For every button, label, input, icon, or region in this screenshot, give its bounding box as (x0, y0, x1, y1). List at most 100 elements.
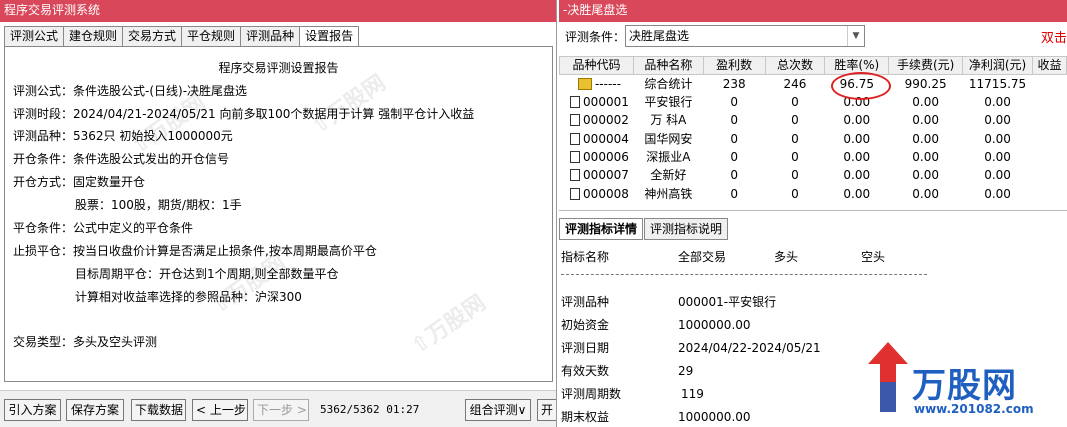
bottom-toolbar: 引入方案 保存方案 下载数据 < 上一步 下一步 > 5362/5362 01:… (0, 390, 556, 427)
detail-tabs: 评测指标详情 评测指标说明 (559, 218, 729, 240)
cell-total: 0 (791, 95, 799, 110)
col-header-code[interactable]: 品种代码 (559, 56, 634, 75)
col-header-total-count[interactable]: 总次数 (764, 56, 826, 75)
condition-select[interactable]: 决胜尾盘选 ▼ (625, 25, 865, 47)
cell-name: 万 科A (650, 113, 687, 128)
detail-header-short: 空头 (861, 250, 886, 264)
cell-code: 000001 (583, 95, 629, 110)
detail-header-long: 多头 (774, 250, 799, 264)
arrow-logo-icon (868, 342, 908, 412)
download-data-button[interactable]: 下载数据 (131, 399, 186, 421)
cell-fee: 0.00 (912, 131, 940, 146)
table-row[interactable]: 000007 全新好 0 0 0.00 0.00 0.00 (560, 166, 1067, 184)
splitter[interactable] (559, 210, 1067, 211)
report-line-trade-type: 交易类型：多头及空头评测 (13, 335, 158, 349)
tab-trade-mode[interactable]: 交易方式 (122, 26, 183, 46)
tab-instruments[interactable]: 评测品种 (240, 26, 301, 46)
document-icon (570, 96, 581, 109)
watermark-icon: ⇧万股网 (406, 290, 491, 360)
detail-value-periods: 119 (681, 387, 704, 401)
detail-label-equity: 期末权益 (561, 410, 610, 424)
next-step-button[interactable]: 下一步 > (253, 399, 309, 421)
document-icon (570, 151, 581, 164)
start-button[interactable]: 开 (537, 399, 556, 421)
report-line-formula: 评测公式：条件选股公式-(日线)-决胜尾盘选 (13, 84, 248, 98)
col-header-name[interactable]: 品种名称 (632, 56, 704, 75)
cell-win-rate: 0.00 (843, 150, 871, 165)
detail-value-equity: 1000000.00 (678, 410, 751, 424)
detail-value-capital: 1000000.00 (678, 318, 751, 332)
cell-code: 000002 (583, 113, 629, 128)
col-header-fee[interactable]: 手续费(元) (888, 56, 964, 75)
cell-total: 246 (783, 77, 807, 91)
detail-header-all: 全部交易 (678, 250, 727, 264)
cell-win-rate: 0.00 (843, 168, 871, 183)
win-rate-highlight-circle (831, 72, 891, 100)
cell-net: 0.00 (984, 131, 1011, 146)
cell-name: 平安银行 (644, 95, 693, 110)
detail-label-date: 评测日期 (561, 341, 610, 355)
tab-close-rules[interactable]: 平仓规则 (181, 26, 242, 46)
save-scheme-button[interactable]: 保存方案 (66, 399, 124, 421)
col-header-return[interactable]: 收益 (1032, 56, 1067, 75)
cell-code: 000004 (583, 131, 629, 146)
result-window-title: -决胜尾盘选 (559, 0, 1067, 22)
report-line-benchmark: 计算相对收益率选择的参照品种：沪深300 (75, 290, 302, 304)
combo-evaluation-button[interactable]: 组合评测∨ (465, 399, 531, 421)
document-icon (570, 187, 581, 200)
cell-code: 000006 (583, 150, 629, 165)
cell-profit: 0 (730, 168, 738, 183)
tab-report[interactable]: 设置报告 (299, 26, 360, 47)
report-title: 程序交易评测设置报告 (218, 61, 339, 75)
condition-label: 评测条件： (565, 30, 626, 44)
table-row[interactable]: 000004 国华网安 0 0 0.00 0.00 0.00 (560, 130, 1067, 148)
document-icon (570, 114, 581, 127)
cell-net: 0.00 (984, 95, 1011, 110)
cell-win-rate: 0.00 (843, 113, 871, 128)
col-header-net-profit[interactable]: 净利润(元) (962, 56, 1033, 75)
table-row[interactable]: 000001 平安银行 0 0 0.00 0.00 0.00 (560, 93, 1067, 111)
cell-win-rate: 0.00 (843, 186, 871, 201)
prev-step-button[interactable]: < 上一步 (192, 399, 248, 421)
cell-net: 0.00 (984, 168, 1011, 183)
table-row[interactable]: 000002 万 科A 0 0 0.00 0.00 0.00 (560, 111, 1067, 129)
detail-label-periods: 评测周期数 (561, 387, 622, 401)
table-row-summary[interactable]: ------ 综合统计 238 246 96.75 990.25 11715.7… (560, 75, 1067, 94)
detail-value-instrument: 000001-平安银行 (678, 295, 777, 309)
document-icon (570, 169, 581, 182)
tab-open-rules[interactable]: 建仓规则 (63, 26, 124, 46)
report-line-target-period: 目标周期平仓：开仓达到1个周期,则全部数量平仓 (75, 267, 339, 281)
result-window: -决胜尾盘选 评测条件： 决胜尾盘选 ▼ 双击 品种代码 品种名称 盈利数 总次… (559, 0, 1067, 427)
report-panel: ⇧万股网 ⇧万股网 ⇧万股网 ⇧万股网 程序交易评测设置报告 评测公式：条件选股… (4, 46, 553, 382)
cell-code: ------ (594, 77, 621, 91)
cell-total: 0 (791, 131, 799, 146)
divider (561, 274, 927, 275)
col-header-profit-count[interactable]: 盈利数 (702, 56, 766, 75)
detail-value-days: 29 (678, 364, 694, 378)
tab-formula[interactable]: 评测公式 (4, 26, 65, 46)
table-row[interactable]: 000008 神州高铁 0 0 0.00 0.00 0.00 (560, 184, 1067, 202)
detail-label-capital: 初始资金 (561, 318, 610, 332)
import-scheme-button[interactable]: 引入方案 (4, 399, 61, 421)
chevron-down-icon[interactable]: ▼ (847, 26, 864, 46)
cell-profit: 0 (730, 150, 738, 165)
cell-win-rate: 0.00 (843, 131, 871, 146)
detail-label-instrument: 评测品种 (561, 295, 610, 309)
tab-indicator-notes[interactable]: 评测指标说明 (644, 218, 729, 240)
cell-fee: 990.25 (904, 77, 947, 91)
detail-value-date: 2024/04/22-2024/05/21 (678, 341, 821, 355)
report-line-stop-loss: 止损平仓：按当日收盘价计算是否满足止损条件,按本周期最高价平仓 (13, 244, 377, 258)
cell-fee: 0.00 (912, 168, 940, 183)
cell-profit: 0 (730, 186, 738, 201)
document-icon (570, 132, 581, 145)
double-click-hint: 双击 (1040, 31, 1067, 46)
cell-net: 0.00 (984, 113, 1011, 128)
cell-net: 11715.75 (968, 77, 1027, 91)
cell-total: 0 (791, 186, 799, 201)
table-header-row: 品种代码 品种名称 盈利数 总次数 胜率(%) 手续费(元) 净利润(元) 收益 (559, 56, 1067, 75)
tab-indicator-details[interactable]: 评测指标详情 (559, 218, 644, 240)
report-line-instruments: 评测品种：5362只 初始投入1000000元 (13, 129, 233, 143)
logo-url: www.201082.com (914, 402, 1034, 416)
table-row[interactable]: 000006 深振业A 0 0 0.00 0.00 0.00 (560, 148, 1067, 166)
cell-net: 0.00 (984, 186, 1011, 201)
